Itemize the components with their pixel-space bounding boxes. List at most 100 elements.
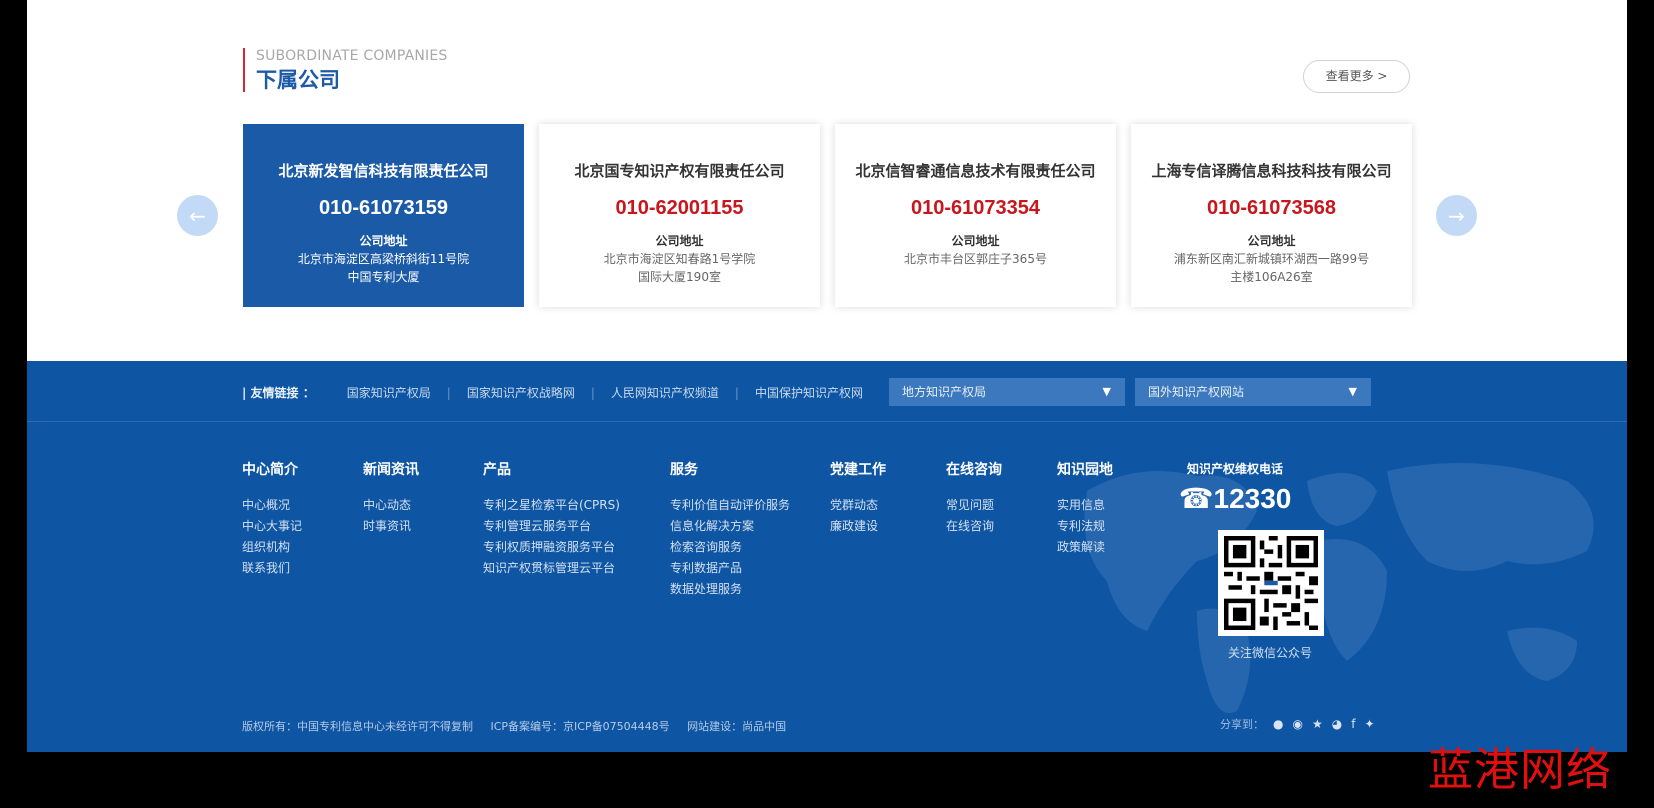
wechat-icon[interactable]: ◉: [1292, 717, 1302, 731]
twitter-icon[interactable]: ✦: [1364, 717, 1374, 731]
footer-col-products: 产品 专利之星检索平台(CPRS) 专利管理云服务平台 专利权质押融资服务平台 …: [483, 461, 620, 579]
friend-link[interactable]: 国家知识产权局: [347, 384, 431, 401]
footer-link[interactable]: 联系我们: [242, 558, 302, 579]
share-bar: 分享到： ● ◉ ★ ◕ f ✦: [1220, 716, 1375, 732]
hotline-number: ☎12330: [1175, 483, 1295, 515]
footer-link[interactable]: 廉政建设: [830, 516, 886, 537]
company-address-line2: 主楼106A26室: [1230, 270, 1313, 284]
friend-link[interactable]: 中国保护知识产权网: [755, 384, 863, 401]
company-address-line1: 北京市海淀区知春路1号学院: [603, 252, 756, 266]
caret-down-icon: ▼: [1102, 385, 1111, 398]
footer-link[interactable]: 时事资讯: [363, 516, 419, 537]
company-address-line2: 中国专利大厦: [347, 270, 420, 284]
select-value: 国外知识产权网站: [1148, 385, 1245, 399]
footer-link[interactable]: 实用信息: [1057, 495, 1113, 516]
hotline-title: 知识产权维权电话: [1186, 462, 1283, 476]
company-name: 上海专信译腾信息科技科技有限公司: [1151, 162, 1392, 180]
footer-col-knowledge: 知识园地 实用信息 专利法规 政策解读: [1057, 461, 1113, 558]
footer-col-news: 新闻资讯 中心动态 时事资讯: [363, 461, 419, 537]
footer-link[interactable]: 专利数据产品: [670, 558, 790, 579]
hotline: 知识产权维权电话 ☎12330: [1175, 461, 1295, 515]
section-title-en: SUBORDINATE COMPANIES: [256, 48, 448, 64]
view-more-button[interactable]: 查看更多 >: [1303, 60, 1410, 93]
hotline-number-value: 12330: [1213, 483, 1292, 514]
icp-number[interactable]: ICP备案编号：京ICP备07504448号: [491, 720, 670, 733]
company-address-line1: 浦东新区南汇新城镇环湖西一路99号: [1173, 252, 1370, 266]
weibo-icon[interactable]: ◕: [1332, 717, 1342, 731]
arrow-right-icon: →: [1448, 203, 1465, 228]
copyright-text: 版权所有：中国专利信息中心未经许可不得复制: [242, 720, 473, 733]
footer-link[interactable]: 党群动态: [830, 495, 886, 516]
qr-caption: 关注微信公众号: [1227, 646, 1312, 660]
carousel-prev-button[interactable]: ←: [177, 195, 218, 236]
qr-code-icon: [1224, 536, 1318, 630]
section-heading: SUBORDINATE COMPANIES 下属公司: [243, 48, 448, 92]
foreign-ip-sites-select[interactable]: 国外知识产权网站 ▼: [1135, 378, 1371, 406]
footer-link[interactable]: 在线咨询: [946, 516, 1002, 537]
footer-link[interactable]: 专利法规: [1057, 516, 1113, 537]
star-icon[interactable]: ★: [1312, 717, 1323, 731]
watermark: 蓝港网络: [1428, 743, 1613, 796]
footer-link[interactable]: 专利之星检索平台(CPRS): [483, 495, 620, 516]
company-address-line1: 北京市丰台区郭庄子365号: [904, 252, 1047, 266]
footer-col-about: 中心简介 中心概况 中心大事记 组织机构 联系我们: [242, 461, 302, 579]
footer-link[interactable]: 专利管理云服务平台: [483, 516, 620, 537]
footer-col-title[interactable]: 在线咨询: [946, 461, 1002, 479]
site-footer: | 友情链接 ： 国家知识产权局 | 国家知识产权战略网 | 人民网知识产权频道…: [27, 361, 1627, 752]
footer-link[interactable]: 中心动态: [363, 495, 419, 516]
divider: |: [590, 385, 595, 400]
footer-col-party: 党建工作 党群动态 廉政建设: [830, 461, 886, 537]
footer-link[interactable]: 政策解读: [1057, 537, 1113, 558]
footer-col-title[interactable]: 知识园地: [1057, 461, 1113, 479]
footer-link[interactable]: 中心概况: [242, 495, 302, 516]
company-cards: 北京新发智信科技有限责任公司 010-61073159 公司地址 北京市海淀区高…: [243, 124, 1412, 307]
footer-link[interactable]: 专利权质押融资服务平台: [483, 537, 620, 558]
footer-link[interactable]: 检索咨询服务: [670, 537, 790, 558]
footer-link[interactable]: 组织机构: [242, 537, 302, 558]
company-card[interactable]: 上海专信译腾信息科技科技有限公司 010-61073568 公司地址 浦东新区南…: [1131, 124, 1412, 307]
footer-link[interactable]: 知识产权贯标管理云平台: [483, 558, 620, 579]
footer-link[interactable]: 专利价值自动评价服务: [670, 495, 790, 516]
friend-link[interactable]: 国家知识产权战略网: [467, 384, 575, 401]
company-phone: 010-61073159: [318, 197, 448, 219]
friend-links: | 友情链接 ： 国家知识产权局 | 国家知识产权战略网 | 人民网知识产权频道…: [242, 384, 863, 401]
company-address-line1: 北京市海淀区高梁桥斜街11号院: [297, 252, 470, 266]
friend-links-bar: | 友情链接 ： 国家知识产权局 | 国家知识产权战略网 | 人民网知识产权频道…: [27, 361, 1627, 422]
qq-icon[interactable]: ●: [1273, 717, 1283, 731]
phone-icon: ☎: [1178, 483, 1214, 514]
address-label: 公司地址: [951, 234, 1000, 248]
carousel-next-button[interactable]: →: [1436, 195, 1477, 236]
footer-col-title[interactable]: 中心简介: [242, 461, 302, 479]
friend-links-label: | 友情链接 ：: [242, 386, 315, 400]
footer-link[interactable]: 信息化解决方案: [670, 516, 790, 537]
address-label: 公司地址: [359, 234, 408, 248]
company-phone: 010-61073568: [1206, 197, 1336, 219]
company-card[interactable]: 北京新发智信科技有限责任公司 010-61073159 公司地址 北京市海淀区高…: [243, 124, 524, 307]
local-ip-office-select[interactable]: 地方知识产权局 ▼: [889, 378, 1125, 406]
copyright: 版权所有：中国专利信息中心未经许可不得复制 ICP备案编号：京ICP备07504…: [242, 718, 800, 734]
friend-link[interactable]: 人民网知识产权频道: [611, 384, 719, 401]
footer-col-title[interactable]: 党建工作: [830, 461, 886, 479]
company-name: 北京国专知识产权有限责任公司: [574, 162, 785, 180]
company-card[interactable]: 北京信智睿通信息技术有限责任公司 010-61073354 公司地址 北京市丰台…: [835, 124, 1116, 307]
company-card[interactable]: 北京国专知识产权有限责任公司 010-62001155 公司地址 北京市海淀区知…: [539, 124, 820, 307]
footer-link[interactable]: 数据处理服务: [670, 579, 790, 600]
footer-col-title[interactable]: 服务: [670, 461, 790, 479]
divider: |: [734, 385, 739, 400]
footer-col-title[interactable]: 产品: [483, 461, 620, 479]
footer-link[interactable]: 中心大事记: [242, 516, 302, 537]
world-map-icon: [1084, 463, 1594, 713]
footer-col-title[interactable]: 新闻资讯: [363, 461, 419, 479]
share-label: 分享到：: [1220, 718, 1264, 731]
caret-down-icon: ▼: [1348, 385, 1357, 398]
company-address-line2: 国际大厦190室: [638, 270, 721, 284]
page: SUBORDINATE COMPANIES 下属公司 查看更多 > ← → 北京…: [0, 0, 1654, 808]
address-label: 公司地址: [1247, 234, 1296, 248]
facebook-icon[interactable]: f: [1351, 717, 1355, 731]
company-name: 北京信智睿通信息技术有限责任公司: [855, 162, 1096, 180]
company-phone: 010-62001155: [615, 197, 744, 219]
site-builder[interactable]: 网站建设：尚品中国: [687, 720, 786, 733]
footer-link[interactable]: 常见问题: [946, 495, 1002, 516]
company-name: 北京新发智信科技有限责任公司: [278, 162, 489, 180]
footer-col-services: 服务 专利价值自动评价服务 信息化解决方案 检索咨询服务 专利数据产品 数据处理…: [670, 461, 790, 600]
